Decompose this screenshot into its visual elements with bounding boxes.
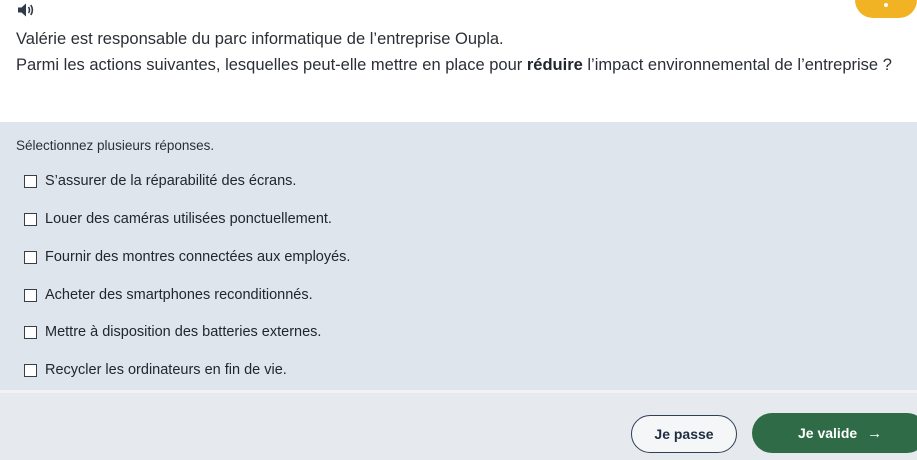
question-prompt: Parmi les actions suivantes, lesquelles … [16,54,896,76]
checkbox[interactable] [24,250,37,264]
validate-label: Je valide [798,425,858,441]
answer-option-3[interactable]: Fournir des montres connectées aux emplo… [24,246,350,268]
checkbox[interactable] [24,325,37,339]
checkbox[interactable] [24,212,37,226]
answer-option-6[interactable]: Recycler les ordinateurs en fin de vie. [24,359,287,381]
prompt-text-after: l’impact environnemental de l’entreprise… [582,56,892,74]
prompt-emphasis: réduire [526,56,583,74]
badge-dot-icon [884,3,888,7]
answer-instruction: Sélectionnez plusieurs réponses. [16,138,215,153]
question-intro: Valérie est responsable du parc informat… [16,30,504,48]
arrow-right-icon: → [867,424,883,442]
answer-option-label: Fournir des montres connectées aux emplo… [45,249,351,265]
checkbox[interactable] [24,174,37,188]
answer-option-label: Acheter des smartphones reconditionnés. [45,287,313,303]
checkbox[interactable] [24,288,37,302]
prompt-text-before: Parmi les actions suivantes, lesquelles … [16,56,527,74]
answer-option-4[interactable]: Acheter des smartphones reconditionnés. [24,284,313,306]
skip-button[interactable]: Je passe [631,415,737,453]
answer-option-label: Louer des caméras utilisées ponctuelleme… [45,211,332,227]
answers-panel: Sélectionnez plusieurs réponses. S’assur… [0,122,917,390]
answer-option-label: Recycler les ordinateurs en fin de vie. [45,362,287,378]
answer-option-label: Mettre à disposition des batteries exter… [45,324,322,340]
answer-option-5[interactable]: Mettre à disposition des batteries exter… [24,321,321,343]
answer-option-1[interactable]: S’assurer de la réparabilité des écrans. [24,170,296,192]
footer-bar: Je passe Je valide → [0,390,917,460]
validate-button[interactable]: Je valide → [752,413,917,453]
answer-option-2[interactable]: Louer des caméras utilisées ponctuelleme… [24,208,332,230]
corner-badge[interactable] [855,0,917,18]
checkbox[interactable] [24,363,37,377]
speaker-icon[interactable] [16,2,36,18]
question-area: Valérie est responsable du parc informat… [0,0,917,122]
answer-option-label: S’assurer de la réparabilité des écrans. [45,173,297,189]
